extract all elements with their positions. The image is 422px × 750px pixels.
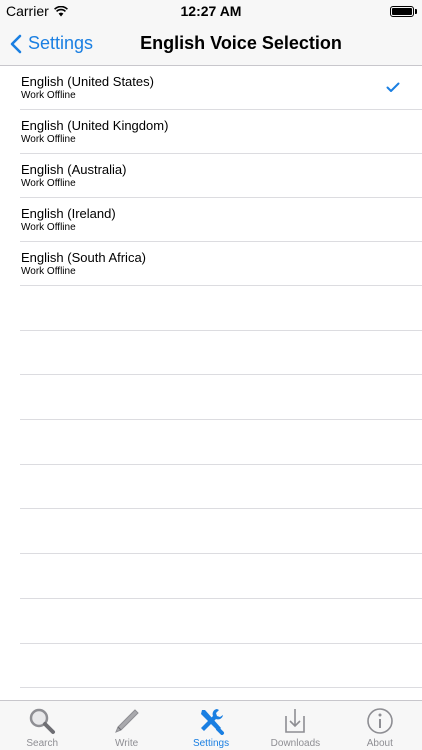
empty-row [20,286,422,331]
empty-row [20,465,422,510]
empty-row [20,554,422,599]
empty-row [20,420,422,465]
tab-label: About [366,738,393,749]
voice-subtitle: Work Offline [21,90,76,101]
voice-title: English (United States) [21,74,154,89]
tab-label: Write [115,738,139,749]
tab-label: Search [26,738,59,749]
tab-bar: Search Write Settings Downloads About [0,700,422,750]
download-icon [285,709,306,733]
voice-subtitle: Work Offline [21,178,76,189]
voice-row-australia[interactable]: English (Australia) Work Offline [20,154,422,198]
voice-subtitle: Work Offline [21,222,76,233]
info-icon [367,708,393,734]
tab-about[interactable]: About [338,701,422,750]
voice-row-ireland[interactable]: English (Ireland) Work Offline [20,198,422,242]
empty-row [20,375,422,421]
voice-title: English (South Africa) [21,250,147,265]
tools-icon [201,709,225,735]
battery-nub [415,9,417,14]
tab-label: Downloads [270,738,321,749]
voice-title: English (Ireland) [21,206,116,221]
status-bar: Carrier 12:27 AM [0,0,422,22]
tab-downloads[interactable]: Downloads [253,701,337,750]
empty-row [20,331,422,376]
clock: 12:27 AM [180,3,242,19]
voice-list: English (United States) Work Offline Eng… [0,66,422,689]
empty-row [20,599,422,644]
chevron-left-icon [10,34,22,53]
battery-icon [390,6,414,17]
voice-row-united-kingdom[interactable]: English (United Kingdom) Work Offline [20,110,422,154]
empty-row [20,644,422,689]
voice-title: English (Australia) [21,162,127,177]
voice-title: English (United Kingdom) [21,118,169,133]
pencil-icon [114,709,139,733]
tab-write[interactable]: Write [84,701,168,750]
tab-settings[interactable]: Settings [169,701,253,750]
empty-row [20,509,422,555]
page-title: English Voice Selection [140,33,342,53]
tab-search[interactable]: Search [0,701,84,750]
voice-subtitle: Work Offline [21,266,76,277]
navigation-bar: Settings English Voice Selection [0,22,422,66]
voice-subtitle: Work Offline [21,134,76,145]
voice-row-south-africa[interactable]: English (South Africa) Work Offline [20,242,422,286]
voice-row-united-states[interactable]: English (United States) Work Offline [20,66,422,110]
search-icon [29,708,56,734]
tab-label: Settings [192,738,230,749]
checkmark-icon [386,82,400,92]
